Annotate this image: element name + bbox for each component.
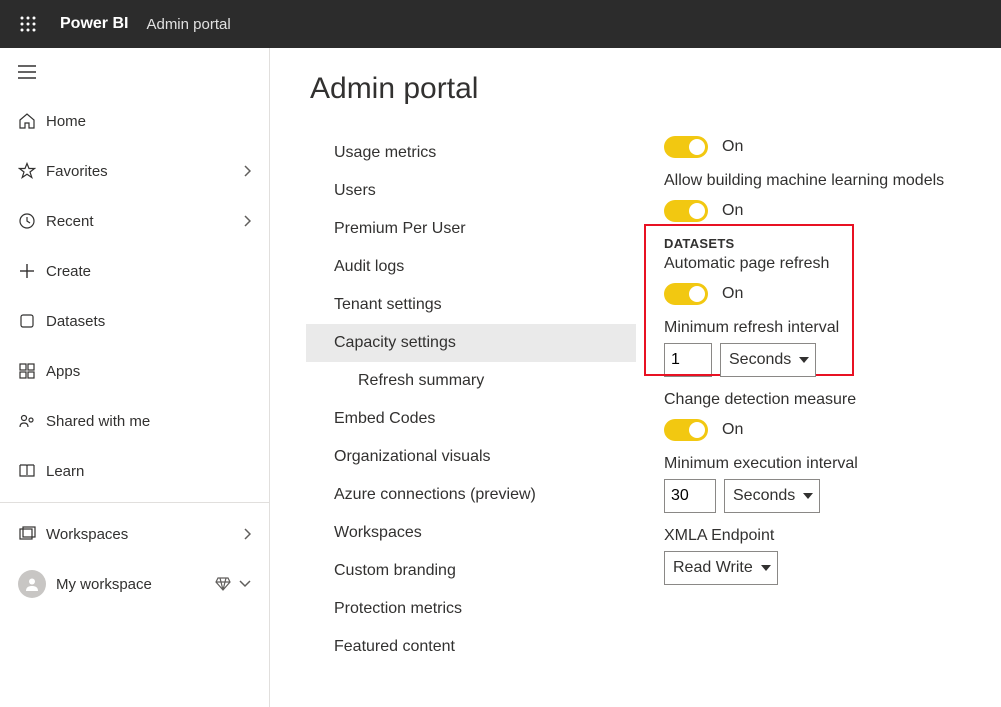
admin-item-embed-codes[interactable]: Embed Codes: [306, 400, 636, 438]
sidebar-item-my-workspace[interactable]: My workspace: [0, 559, 269, 609]
sidebar-item-recent[interactable]: Recent: [0, 196, 269, 246]
sidebar-item-label: Apps: [46, 363, 251, 380]
sidebar-item-label: Favorites: [46, 163, 243, 180]
sidebar-item-apps[interactable]: Apps: [0, 346, 269, 396]
toggle-state: On: [722, 138, 743, 156]
section-datasets: DATASETS: [664, 236, 1001, 251]
admin-item-usage-metrics[interactable]: Usage metrics: [306, 134, 636, 172]
admin-item-capacity-settings[interactable]: Capacity settings: [306, 324, 636, 362]
sidebar-item-label: Create: [46, 263, 251, 280]
brand-label: Power BI: [60, 15, 128, 33]
sidebar-item-home[interactable]: Home: [0, 96, 269, 146]
clock-icon: [18, 212, 46, 230]
chevron-right-icon: [243, 215, 251, 227]
admin-item-premium-per-user[interactable]: Premium Per User: [306, 210, 636, 248]
home-icon: [18, 112, 46, 130]
min-refresh-unit-select[interactable]: Seconds: [720, 343, 816, 377]
change-detect-label: Change detection measure: [664, 391, 1001, 409]
sidebar: Home Favorites Recent Create Datasets: [0, 48, 270, 707]
admin-item-tenant-settings[interactable]: Tenant settings: [306, 286, 636, 324]
sidebar-separator: [0, 502, 269, 503]
premium-diamond-icon: [215, 577, 231, 591]
admin-item-workspaces[interactable]: Workspaces: [306, 514, 636, 552]
app-launcher-icon[interactable]: [8, 4, 48, 44]
min-refresh-value-input[interactable]: [664, 343, 712, 377]
toggle-auto-refresh[interactable]: [664, 283, 708, 305]
xmla-label: XMLA Endpoint: [664, 527, 1001, 545]
sidebar-item-shared[interactable]: Shared with me: [0, 396, 269, 446]
admin-item-refresh-summary[interactable]: Refresh summary: [306, 362, 636, 400]
admin-item-org-visuals[interactable]: Organizational visuals: [306, 438, 636, 476]
xmla-endpoint-select[interactable]: Read Write: [664, 551, 778, 585]
toggle-unknown-1[interactable]: [664, 136, 708, 158]
min-exec-value-input[interactable]: [664, 479, 716, 513]
sidebar-item-favorites[interactable]: Favorites: [0, 146, 269, 196]
min-exec-label: Minimum execution interval: [664, 455, 1001, 473]
shared-icon: [18, 412, 46, 430]
sidebar-item-label: Home: [46, 113, 251, 130]
avatar-icon: [18, 570, 46, 598]
sidebar-item-label: Recent: [46, 213, 243, 230]
page-title: Admin portal: [306, 72, 636, 106]
workspaces-icon: [18, 525, 46, 543]
admin-item-audit-logs[interactable]: Audit logs: [306, 248, 636, 286]
auto-refresh-label: Automatic page refresh: [664, 255, 1001, 273]
sidebar-item-label: Shared with me: [46, 413, 251, 430]
toggle-allow-ml[interactable]: [664, 200, 708, 222]
chevron-right-icon: [243, 528, 251, 540]
allow-ml-label: Allow building machine learning models: [664, 172, 1001, 190]
sidebar-item-label: Workspaces: [46, 526, 243, 543]
sidebar-item-create[interactable]: Create: [0, 246, 269, 296]
top-bar: Power BI Admin portal: [0, 0, 1001, 48]
sidebar-item-label: Datasets: [46, 313, 251, 330]
apps-icon: [18, 362, 46, 380]
sidebar-item-label: My workspace: [56, 576, 215, 593]
sidebar-item-workspaces[interactable]: Workspaces: [0, 509, 269, 559]
toggle-state: On: [722, 285, 743, 303]
sidebar-item-datasets[interactable]: Datasets: [0, 296, 269, 346]
toggle-change-detection[interactable]: [664, 419, 708, 441]
min-refresh-label: Minimum refresh interval: [664, 319, 1001, 337]
portal-name: Admin portal: [146, 16, 230, 33]
toggle-state: On: [722, 421, 743, 439]
plus-icon: [18, 262, 46, 280]
admin-item-featured-content[interactable]: Featured content: [306, 628, 636, 666]
chevron-down-icon: [239, 580, 251, 588]
datasets-icon: [18, 312, 46, 330]
star-icon: [18, 162, 46, 180]
book-icon: [18, 462, 46, 480]
admin-item-users[interactable]: Users: [306, 172, 636, 210]
sidebar-item-learn[interactable]: Learn: [0, 446, 269, 496]
admin-item-azure-connections[interactable]: Azure connections (preview): [306, 476, 636, 514]
admin-item-protection-metrics[interactable]: Protection metrics: [306, 590, 636, 628]
chevron-right-icon: [243, 165, 251, 177]
admin-item-custom-branding[interactable]: Custom branding: [306, 552, 636, 590]
hamburger-icon[interactable]: [0, 48, 269, 96]
min-exec-unit-select[interactable]: Seconds: [724, 479, 820, 513]
admin-menu: Usage metrics Users Premium Per User Aud…: [306, 134, 636, 666]
sidebar-item-label: Learn: [46, 463, 251, 480]
toggle-state: On: [722, 202, 743, 220]
